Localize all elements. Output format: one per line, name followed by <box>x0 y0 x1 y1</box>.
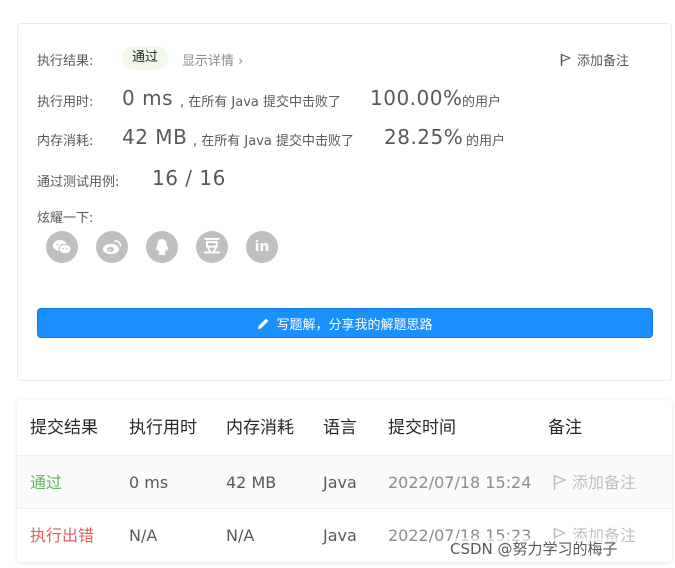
row-memory: N/A <box>226 526 255 545</box>
add-note-label: 添加备注 <box>577 54 630 69</box>
add-note-button[interactable]: 添加备注 <box>560 50 629 69</box>
row-runtime: N/A <box>129 526 158 545</box>
runtime-beat-text: , 在所有 Java 提交中击败了 <box>180 95 341 110</box>
linkedin-icon: in <box>254 239 270 255</box>
row-submit-time: 2022/07/18 15:24 <box>388 473 532 492</box>
table-row[interactable]: 通过 0 ms 42 MB Java 2022/07/18 15:24 添加备注 <box>17 455 672 509</box>
write-solution-button[interactable]: 写题解，分享我的解题思路 <box>37 308 653 338</box>
header-runtime: 执行用时 <box>129 418 197 438</box>
row-language: Java <box>323 473 357 492</box>
testcases-label: 通过测试用例: <box>37 175 120 190</box>
memory-label: 内存消耗: <box>37 134 94 149</box>
douban-icon: 豆 <box>203 236 221 257</box>
runtime-value: 0 ms <box>122 86 173 110</box>
testcases-value: 16 / 16 <box>152 166 226 190</box>
share-weibo-button[interactable] <box>96 231 128 263</box>
header-result: 提交结果 <box>30 418 98 438</box>
header-submit-time: 提交时间 <box>388 418 456 438</box>
row-language: Java <box>323 526 357 545</box>
show-details-label: 显示详情 <box>182 54 235 69</box>
memory-beat-text: , 在所有 Java 提交中击败了 <box>193 134 354 149</box>
flag-icon <box>553 474 566 490</box>
memory-suffix: 的用户 <box>466 134 506 149</box>
weibo-icon <box>103 240 122 255</box>
row-runtime: 0 ms <box>129 473 169 492</box>
flag-icon <box>560 53 571 66</box>
runtime-label: 执行用时: <box>37 95 94 110</box>
share-qq-button[interactable] <box>146 231 178 263</box>
header-note: 备注 <box>548 418 582 438</box>
row-memory: 42 MB <box>226 473 277 492</box>
status-badge: 通过 <box>122 46 169 70</box>
header-language: 语言 <box>323 418 357 438</box>
share-douban-button[interactable]: 豆 <box>196 231 228 263</box>
memory-value: 42 MB <box>122 125 188 149</box>
memory-percent: 28.25% <box>384 125 464 149</box>
row-result-link[interactable]: 执行出错 <box>30 509 94 562</box>
write-solution-label: 写题解，分享我的解题思路 <box>276 317 433 333</box>
share-label: 炫耀一下: <box>37 211 94 226</box>
result-label: 执行结果: <box>37 54 94 69</box>
share-wechat-button[interactable] <box>46 231 78 263</box>
qq-icon <box>155 239 169 255</box>
wechat-icon <box>53 240 72 255</box>
watermark-text: CSDN @努力学习的梅子 <box>450 538 618 559</box>
share-linkedin-button[interactable]: in <box>246 231 278 263</box>
header-memory: 内存消耗 <box>226 418 294 438</box>
row-result-link[interactable]: 通过 <box>30 456 62 509</box>
runtime-percent: 100.00% <box>370 86 463 110</box>
show-details-link[interactable]: 显示详情 › <box>182 50 243 69</box>
runtime-suffix: 的用户 <box>462 95 502 110</box>
chevron-right-icon: › <box>238 54 244 69</box>
row-add-note-label: 添加备注 <box>572 473 637 492</box>
row-add-note-button[interactable]: 添加备注 <box>553 456 636 509</box>
table-header-row: 提交结果 执行用时 内存消耗 语言 提交时间 备注 <box>17 402 672 455</box>
pencil-icon <box>258 318 269 329</box>
